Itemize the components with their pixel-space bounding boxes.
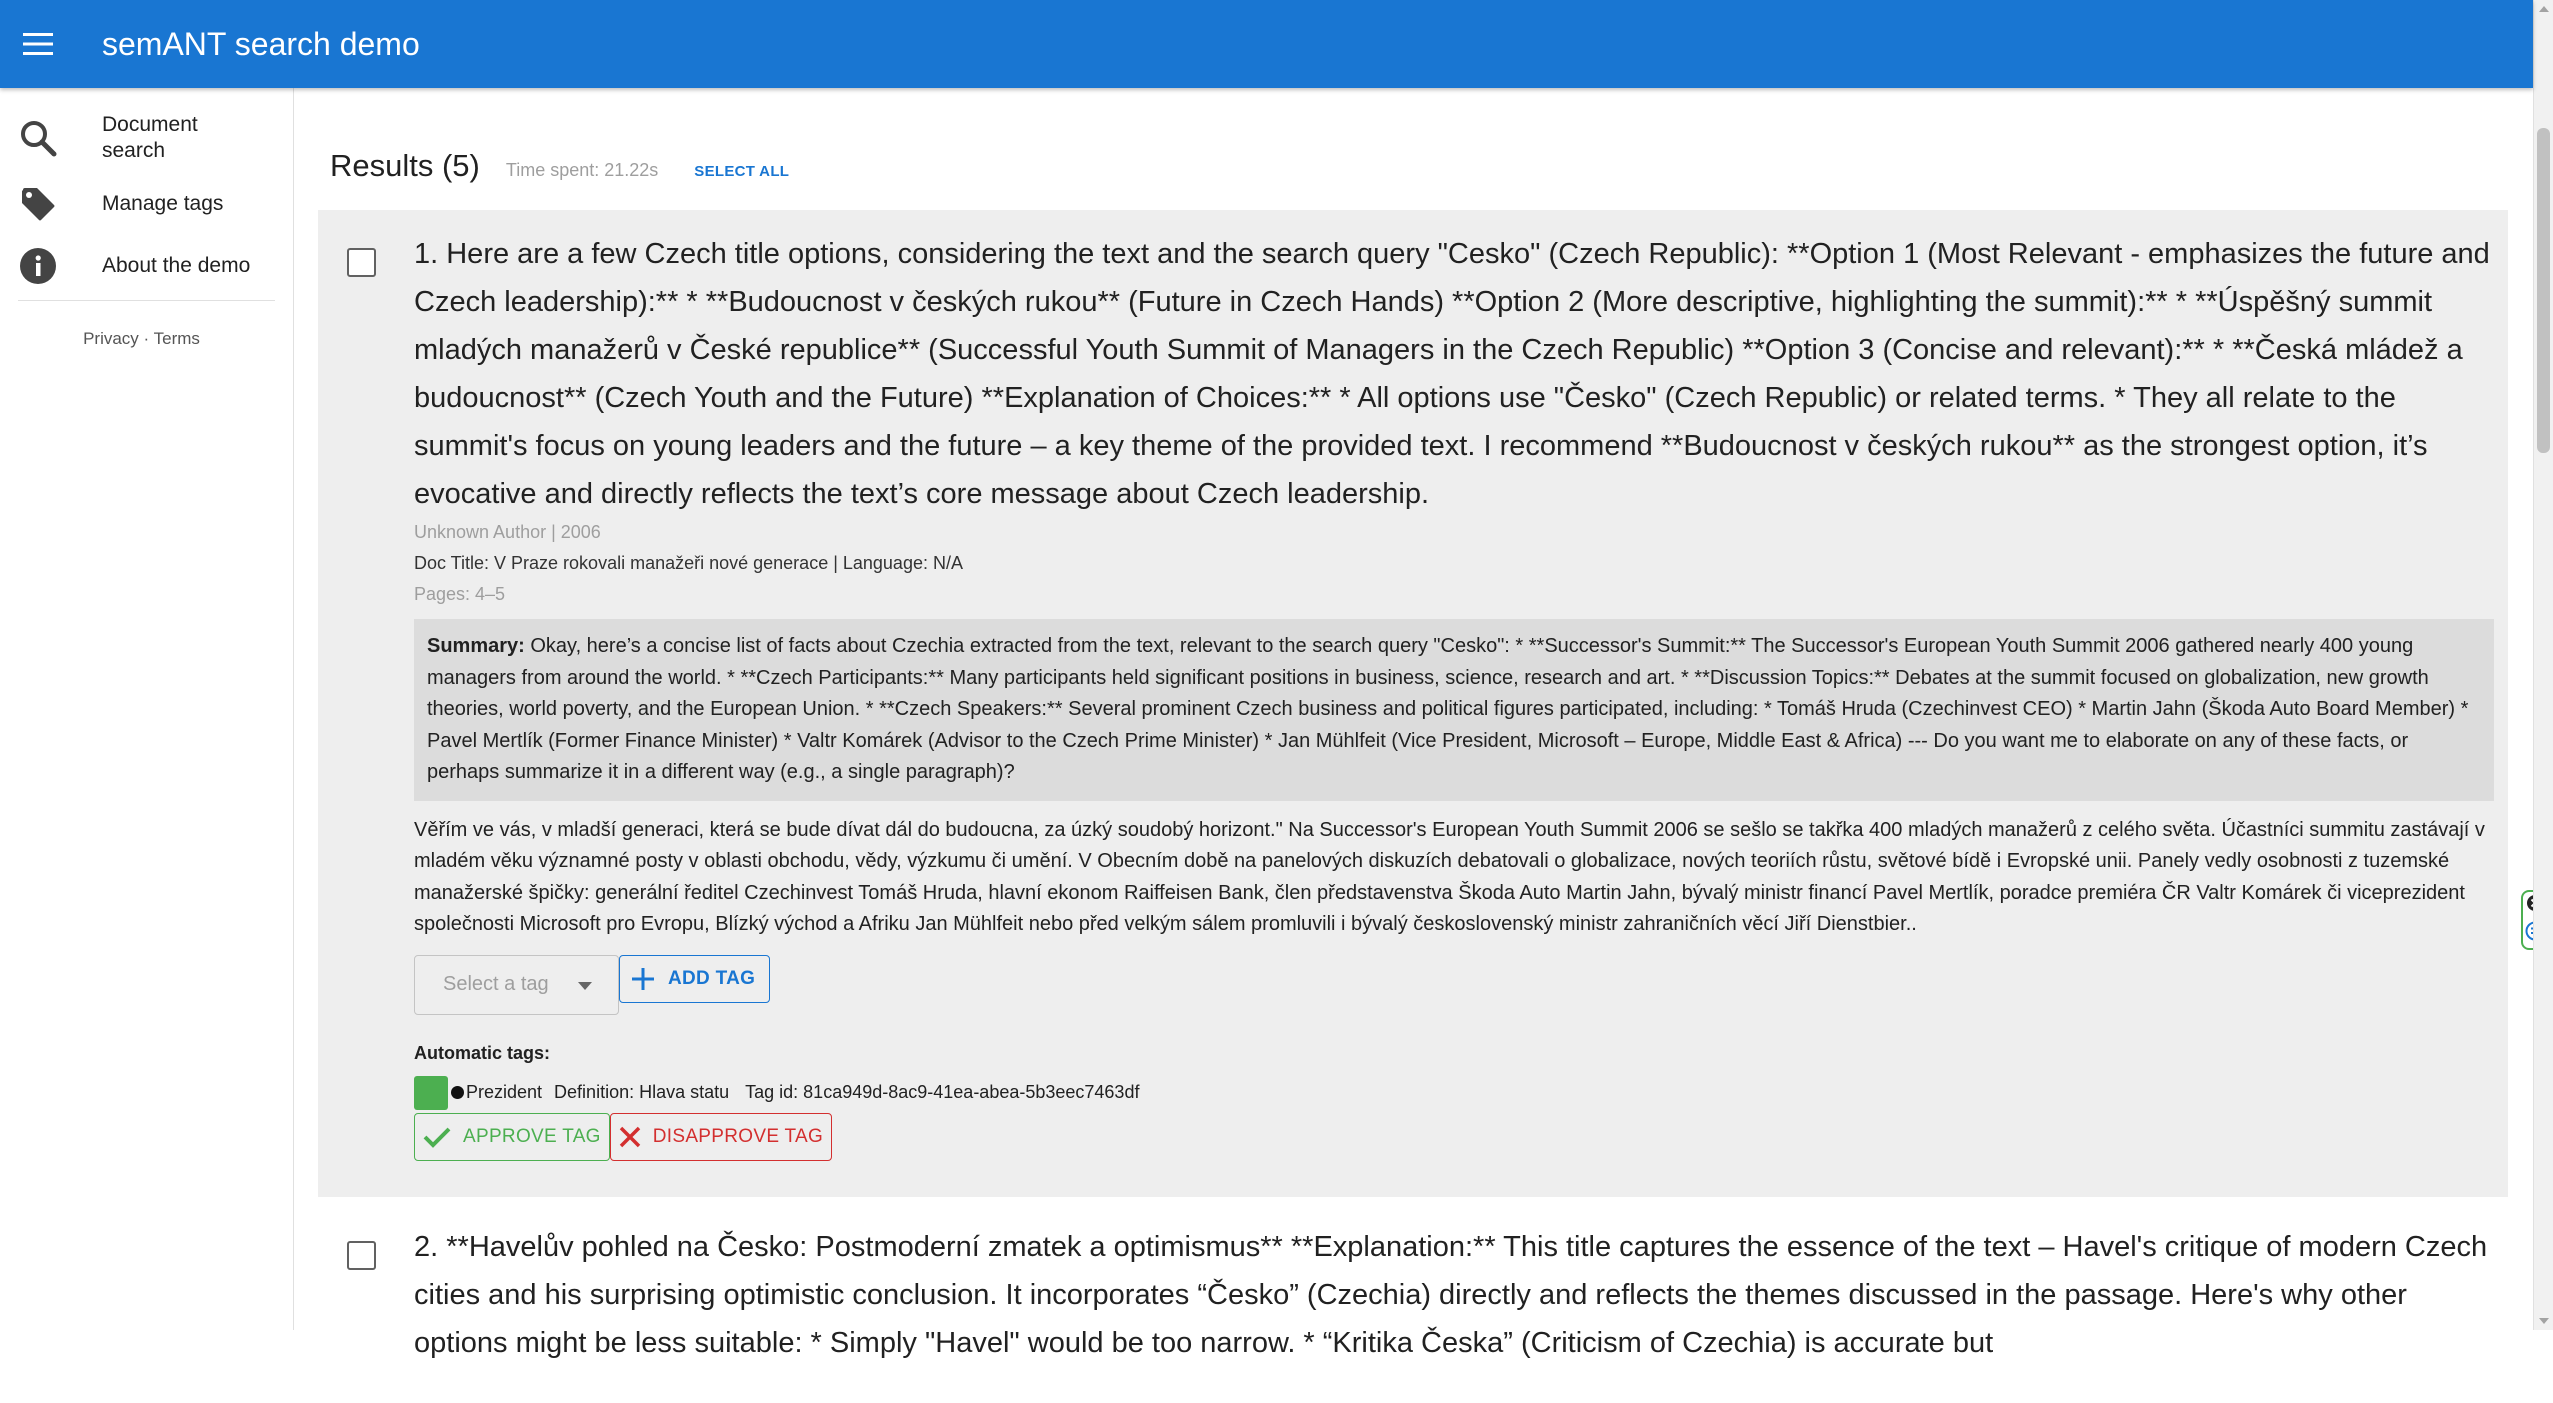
sidebar-item-label: Document search: [102, 113, 198, 162]
sidebar-item-label: Manage tags: [102, 192, 224, 215]
add-tag-button[interactable]: ADD TAG: [619, 954, 771, 1003]
terms-link[interactable]: Terms: [154, 329, 200, 348]
main-content: Results (5) Time spent: 21.22s SELECT AL…: [318, 88, 2513, 1403]
automatic-tags-label: Automatic tags:: [414, 1042, 551, 1063]
scroll-down-icon[interactable]: [2539, 1318, 2549, 1324]
tag-definition: Definition: Hlava statu: [554, 1082, 730, 1102]
result-doc-title: Doc Title: V Praze rokovali manažeři nov…: [414, 553, 963, 573]
sidebar-item-document-search[interactable]: Document search: [0, 112, 293, 164]
close-icon: [619, 1126, 641, 1148]
sidebar: Document search Manage tags About the de…: [0, 88, 294, 1330]
check-icon: [423, 1126, 451, 1148]
scroll-up-icon[interactable]: [2539, 6, 2549, 12]
result-checkbox[interactable]: [347, 248, 376, 277]
select-all-button[interactable]: SELECT ALL: [694, 163, 789, 180]
results-header: Results (5) Time spent: 21.22s SELECT AL…: [330, 148, 2513, 184]
result-title: 1. Here are a few Czech title options, c…: [414, 238, 2490, 510]
approve-tag-label: APPROVE TAG: [463, 1125, 601, 1147]
info-icon: [18, 246, 58, 286]
tag-actions: APPROVE TAG DISAPPROVE TAG: [414, 1112, 2494, 1161]
select-tag-dropdown[interactable]: Select a tag: [414, 954, 619, 1015]
result-snippet: Věřím ve vás, v mladší generaci, která s…: [414, 818, 2485, 936]
summary-label: Summary:: [427, 635, 525, 657]
search-icon: [18, 118, 58, 158]
time-spent: Time spent: 21.22s: [505, 160, 659, 180]
plus-icon: [632, 963, 654, 995]
scrollbar-thumb[interactable]: [2537, 128, 2550, 453]
sidebar-item-manage-tags[interactable]: Manage tags: [0, 184, 293, 224]
result-card: 1. Here are a few Czech title options, c…: [318, 210, 2508, 1197]
result-pages: Pages: 4–5: [414, 584, 506, 604]
tag-dot-icon: [451, 1086, 464, 1099]
scrollbar[interactable]: [2533, 0, 2553, 1330]
link-separator: ·: [138, 329, 154, 348]
app-title: semANT search demo: [102, 25, 420, 62]
sidebar-item-about[interactable]: About the demo: [0, 246, 293, 286]
tag-id: Tag id: 81ca949d-8ac9-41ea-abea-5b3eec74…: [745, 1082, 1140, 1102]
results-title: Results (5): [330, 148, 480, 183]
tag-icon: [18, 184, 58, 224]
privacy-link[interactable]: Privacy: [83, 329, 139, 348]
tag-color-swatch: [414, 1075, 448, 1110]
approve-tag-button[interactable]: APPROVE TAG: [414, 1112, 610, 1161]
menu-icon[interactable]: [18, 24, 58, 64]
tag-controls: Select a tag ADD TAG: [414, 954, 2494, 1015]
result-author: Unknown Author | 2006: [414, 522, 601, 542]
result-title: 2. **Havelův pohled na Česko: Postmodern…: [414, 1230, 2488, 1359]
disapprove-tag-label: DISAPPROVE TAG: [652, 1125, 824, 1147]
app-bar: semANT search demo: [0, 0, 2533, 88]
select-tag-placeholder: Select a tag: [443, 973, 549, 995]
caret-down-icon: [578, 973, 592, 996]
add-tag-label: ADD TAG: [668, 967, 756, 989]
result-card: 2. **Havelův pohled na Česko: Postmodern…: [318, 1202, 2508, 1403]
summary-box: Summary: Okay, here’s a concise list of …: [414, 619, 2494, 801]
disapprove-tag-button[interactable]: DISAPPROVE TAG: [609, 1112, 833, 1161]
footer-links: Privacy · Terms: [0, 329, 293, 349]
sidebar-divider: [18, 300, 275, 301]
summary-text: Okay, here’s a concise list of facts abo…: [427, 635, 2469, 783]
automatic-tag: Prezident Definition: Hlava statu Tag id…: [414, 1075, 2494, 1110]
result-checkbox[interactable]: [347, 1240, 376, 1270]
tag-name: Prezident: [466, 1082, 543, 1102]
sidebar-item-label: About the demo: [102, 254, 251, 277]
